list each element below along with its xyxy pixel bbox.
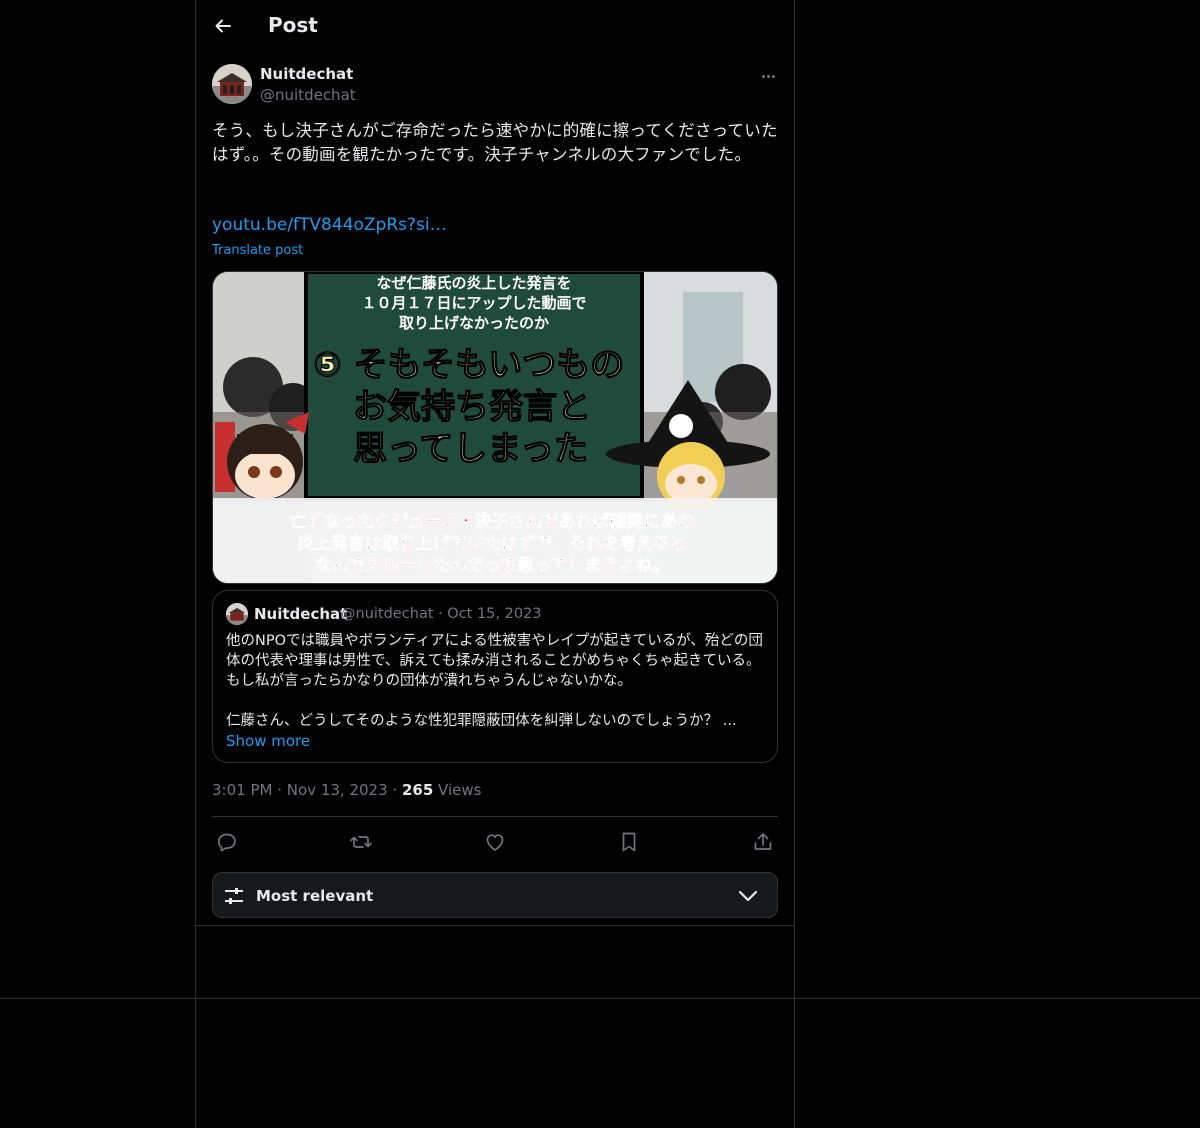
reply-button[interactable] bbox=[215, 830, 239, 854]
caption-line-2: 炎上発言は取り上げていたはずで、それを考えると bbox=[297, 533, 687, 554]
reply-sort-dropdown[interactable]: Most relevant bbox=[212, 872, 778, 918]
translate-post-link[interactable]: Translate post bbox=[212, 243, 303, 258]
heart-icon bbox=[486, 834, 504, 851]
quote-avatar[interactable] bbox=[226, 603, 248, 625]
quote-author-name: Nuitdechat bbox=[254, 605, 348, 623]
back-button[interactable] bbox=[208, 11, 238, 41]
share-button[interactable] bbox=[751, 830, 775, 854]
action-bar bbox=[212, 826, 778, 858]
board-line-2: １０月１７日にアップした動画で bbox=[361, 294, 586, 312]
bookmark-icon bbox=[622, 832, 636, 852]
more-horizontal-icon bbox=[761, 74, 765, 78]
repost-icon bbox=[350, 836, 372, 848]
post-time[interactable]: 3:01 PM bbox=[212, 781, 272, 799]
page-title: Post bbox=[268, 13, 318, 37]
caption-line-3: なんでスルーしたんだって思ってしまうよね。 bbox=[315, 556, 669, 576]
sliders-icon bbox=[225, 888, 243, 904]
share-icon bbox=[754, 833, 772, 850]
show-more-link[interactable]: Show more bbox=[226, 732, 310, 750]
right-column-divider bbox=[794, 0, 795, 1128]
header: Post bbox=[196, 0, 794, 53]
bookmark-button[interactable] bbox=[617, 830, 641, 854]
quote-date: Oct 15, 2023 bbox=[447, 606, 542, 622]
post-column: Post Nuitdechat @nuitdechat そう、もし決子さんがご存… bbox=[196, 0, 794, 926]
sort-label: Most relevant bbox=[256, 887, 374, 905]
post-text: そう、もし決子さんがご存命だったら速やかに的確に擦ってくださっていたはず。。その… bbox=[212, 121, 778, 164]
quote-meta: @nuitdechat · Oct 15, 2023 bbox=[341, 606, 542, 622]
author-name[interactable]: Nuitdechat bbox=[260, 65, 353, 83]
quote-text: 他のNPOでは職員やボランティアによる性被害やレイプが起きているが、殆どの団体の… bbox=[226, 631, 766, 731]
video-thumbnail[interactable]: なぜ仁藤氏の炎上した発言を １０月１７日にアップした動画で 取り上げなかったのか… bbox=[212, 271, 778, 584]
avatar[interactable] bbox=[212, 64, 252, 104]
caption-line-1: 亡くなったクジューノ・決子さんであれば確実にあの bbox=[290, 511, 695, 532]
board-big-line-2: お気持ち発言と bbox=[353, 387, 591, 427]
youtube-link[interactable]: youtu.be/fTV844oZpRs?si… bbox=[212, 215, 447, 235]
quote-paragraph-2: 仁藤さん、どうしてそのような性犯罪隠蔽団体を糾弾しないのでしょうか？ ... bbox=[226, 713, 737, 729]
board-big-line-3: 思ってしまった bbox=[353, 429, 588, 469]
board-line-1: なぜ仁藤氏の炎上した発言を bbox=[376, 274, 571, 292]
views-label: Views bbox=[438, 781, 482, 799]
arrow-left-icon bbox=[215, 19, 231, 33]
board-big-line-1: ⑤ そもそもいつもの bbox=[313, 345, 624, 385]
chevron-down-icon bbox=[738, 890, 758, 902]
post-date[interactable]: Nov 13, 2023 bbox=[287, 781, 388, 799]
repost-button[interactable] bbox=[349, 830, 373, 854]
quoted-post[interactable]: Nuitdechat @nuitdechat · Oct 15, 2023 他の… bbox=[212, 590, 778, 763]
reply-icon bbox=[217, 833, 236, 852]
quote-paragraph-1: 他のNPOでは職員やボランティアによる性被害やレイプが起きているが、殆どの団体の… bbox=[226, 633, 763, 689]
bottom-divider bbox=[0, 998, 1200, 999]
quote-author-handle: @nuitdechat bbox=[341, 606, 434, 622]
author-handle[interactable]: @nuitdechat bbox=[260, 86, 356, 104]
post-meta: 3:01 PM · Nov 13, 2023 · 265 Views bbox=[212, 781, 482, 799]
like-button[interactable] bbox=[483, 830, 507, 854]
more-options-button[interactable] bbox=[756, 66, 780, 86]
actions-top-divider bbox=[212, 816, 778, 817]
post-bottom-divider bbox=[196, 925, 794, 926]
views-count: 265 bbox=[401, 781, 434, 799]
board-line-3: 取り上げなかったのか bbox=[399, 314, 549, 332]
